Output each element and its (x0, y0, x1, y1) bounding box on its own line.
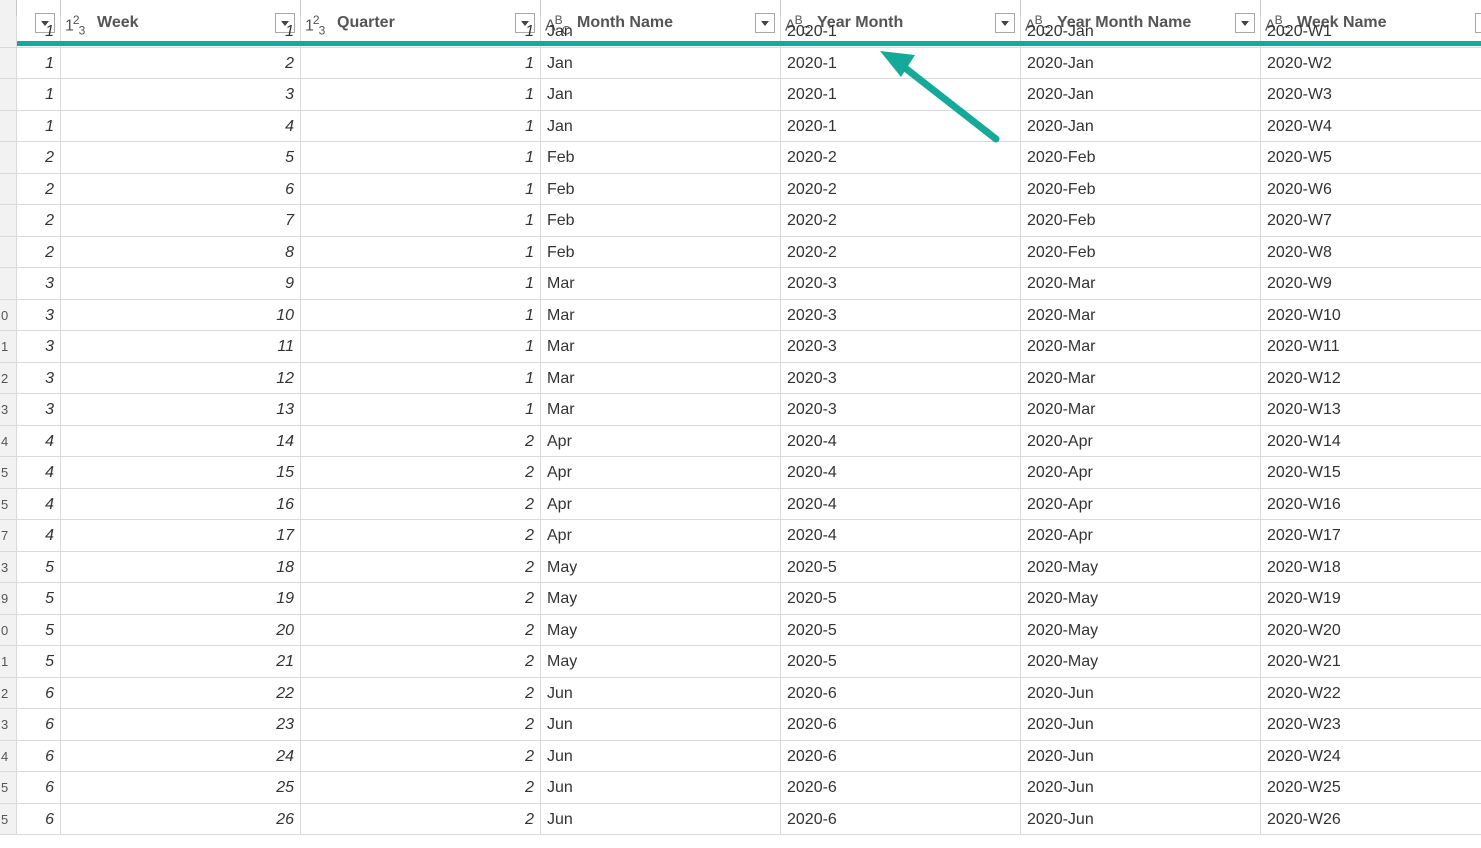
annotation-arrow (880, 51, 1000, 143)
data-grid: 1. 123Week123QuarterABCMonth NameABCYear… (0, 0, 1481, 848)
arrow-shaft (896, 60, 1000, 143)
